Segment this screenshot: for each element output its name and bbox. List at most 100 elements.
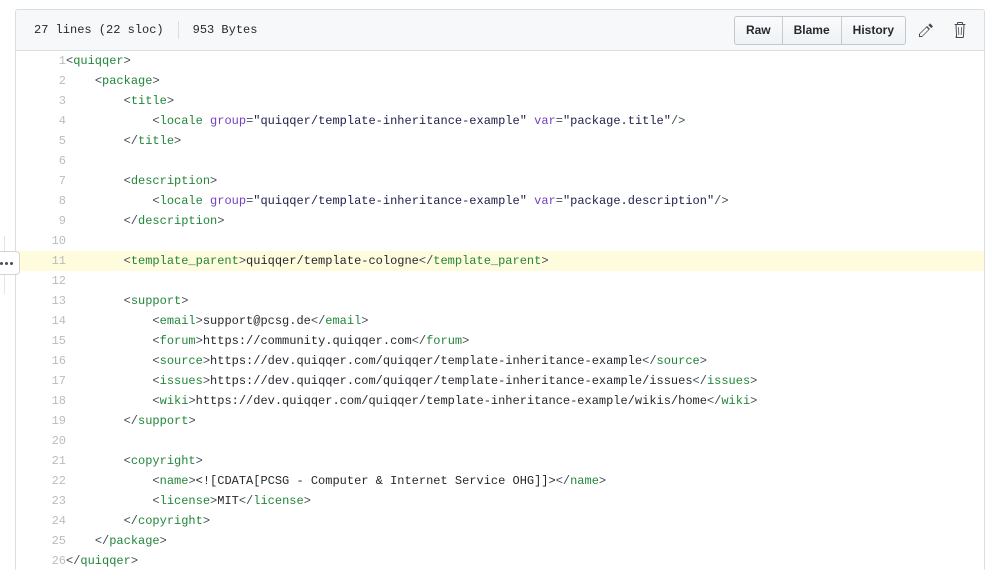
line-number[interactable]: 17 [16,371,66,391]
line-content [66,151,984,171]
code-line: 9 </description> [16,211,984,231]
line-content: <title> [123,94,175,108]
line-number[interactable]: 11 [16,251,66,271]
code-line: 8 <locale group="quiqqer/template-inheri… [16,191,984,211]
line-number[interactable]: 20 [16,431,66,451]
code-line: 24 </copyright> [16,511,984,531]
file-viewer-page: 27 lines (22 sloc) 953 Bytes Raw Blame H… [0,0,997,581]
line-content: </description> [123,214,225,228]
line-number[interactable]: 8 [16,191,66,211]
delete-file-button[interactable] [946,17,974,44]
line-content: <issues>https://dev.quiqqer.com/quiqqer/… [152,374,758,388]
line-content: <wiki>https://dev.quiqqer.com/quiqqer/te… [152,394,758,408]
blob-line-menu-button[interactable] [0,251,20,275]
line-content: <quiqqer> [66,54,131,68]
line-number[interactable]: 22 [16,471,66,491]
line-number[interactable]: 5 [16,131,66,151]
line-content: <email>support@pcsg.de</email> [152,314,369,328]
line-content: <locale group="quiqqer/template-inherita… [152,194,729,208]
meta-divider [177,21,179,39]
line-content [66,271,984,291]
line-number[interactable]: 10 [16,231,66,251]
gutter-guide-bottom [4,272,5,294]
line-content: <license>MIT</license> [152,494,311,508]
code-line: 1 <quiqqer> [16,51,984,71]
line-number[interactable]: 1 [16,51,66,71]
line-number[interactable]: 15 [16,331,66,351]
code-line: 5 </title> [16,131,984,151]
line-number[interactable]: 9 [16,211,66,231]
line-number[interactable]: 25 [16,531,66,551]
line-content: </support> [123,414,196,428]
code-line: 19 </support> [16,411,984,431]
edit-file-button[interactable] [912,17,940,44]
code-line: 6 [16,151,984,171]
code-line: 2 <package> [16,71,984,91]
code-line: 23 <license>MIT</license> [16,491,984,511]
line-number[interactable]: 21 [16,451,66,471]
file-action-button-group: Raw Blame History [733,15,906,45]
line-number[interactable]: 2 [16,71,66,91]
code-line: 26 </quiqqer> [16,551,984,571]
line-content: <template_parent>quiqqer/template-cologn… [66,251,984,271]
line-number[interactable]: 23 [16,491,66,511]
code-line: 10 [16,231,984,251]
code-line: 18 <wiki>https://dev.quiqqer.com/quiqqer… [16,391,984,411]
code-line: 22 <name><![CDATA[PCSG - Computer & Inte… [16,471,984,491]
line-number[interactable]: 3 [16,91,66,111]
line-number[interactable]: 7 [16,171,66,191]
line-number[interactable]: 12 [16,271,66,291]
line-content: <name><![CDATA[PCSG - Computer & Interne… [152,474,607,488]
line-content: <description> [123,174,218,188]
code-line: 14 <email>support@pcsg.de</email> [16,311,984,331]
code-line: 16 <source>https://dev.quiqqer.com/quiqq… [16,351,984,371]
line-content: <copyright> [123,454,203,468]
gutter-guide-top [4,236,5,252]
line-content: </title> [123,134,182,148]
line-number[interactable]: 24 [16,511,66,531]
code-line: 7 <description> [16,171,984,191]
line-number[interactable]: 26 [16,551,66,571]
line-content: <source>https://dev.quiqqer.com/quiqqer/… [152,354,707,368]
code-table: 1 <quiqqer> 2 <package> 3 <title> 4 <locale … [16,51,984,571]
code-area: 1 <quiqqer> 2 <package> 3 <title> 4 <locale … [16,51,984,571]
code-line: 11 <template_parent>quiqqer/template-col… [16,251,984,271]
file-size-label: 953 Bytes [192,23,258,37]
line-content [66,231,984,251]
pencil-icon [918,22,934,38]
file-meta: 27 lines (22 sloc) 953 Bytes [26,21,257,39]
line-number[interactable]: 4 [16,111,66,131]
trash-icon [952,22,968,38]
kebab-dots-icon [0,261,13,265]
history-button[interactable]: History [841,16,905,44]
raw-button[interactable]: Raw [734,16,783,44]
line-content: <support> [123,294,189,308]
line-content: </quiqqer> [66,554,139,568]
file-header: 27 lines (22 sloc) 953 Bytes Raw Blame H… [16,10,984,51]
line-number[interactable]: 16 [16,351,66,371]
line-number[interactable]: 14 [16,311,66,331]
line-count-label: 27 lines (22 sloc) [34,23,164,37]
code-line: 3 <title> [16,91,984,111]
line-number[interactable]: 18 [16,391,66,411]
line-number[interactable]: 13 [16,291,66,311]
blame-button[interactable]: Blame [782,16,842,44]
line-content: <locale group="quiqqer/template-inherita… [152,114,686,128]
line-content: </package> [94,534,167,548]
code-line: 12 [16,271,984,291]
line-content [66,431,984,451]
file-box: 27 lines (22 sloc) 953 Bytes Raw Blame H… [15,9,985,571]
code-line: 15 <forum>https://community.quiqqer.com<… [16,331,984,351]
code-line: 21 <copyright> [16,451,984,471]
line-content: </copyright> [123,514,211,528]
line-number[interactable]: 6 [16,151,66,171]
file-actions: Raw Blame History [733,15,974,45]
line-number[interactable]: 19 [16,411,66,431]
code-line: 25 </package> [16,531,984,551]
code-line: 20 [16,431,984,451]
line-content: <forum>https://community.quiqqer.com</fo… [152,334,470,348]
code-line: 13 <support> [16,291,984,311]
line-content: <package> [94,74,160,88]
code-line: 17 <issues>https://dev.quiqqer.com/quiqq… [16,371,984,391]
code-line: 4 <locale group="quiqqer/template-inheri… [16,111,984,131]
